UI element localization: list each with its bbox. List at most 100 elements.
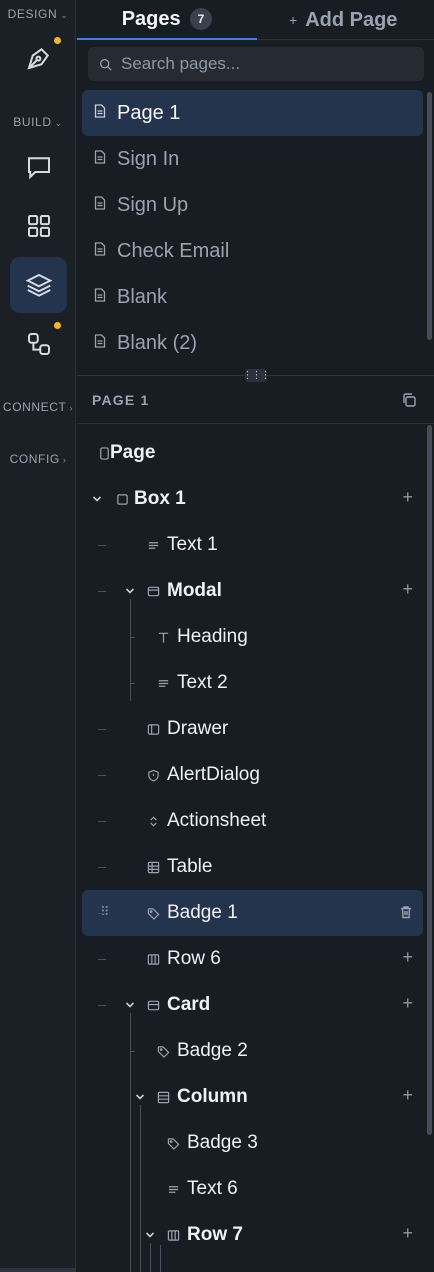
page-item-label: Sign Up [117,193,189,216]
layer-row-page[interactable]: Page [82,430,423,476]
tag-icon [156,1043,170,1059]
tree-guide-line [160,1245,161,1272]
chevron-down-icon[interactable] [134,1090,146,1102]
copy-button[interactable] [401,392,417,408]
page-item-label: Check Email [117,239,230,262]
table-icon [146,859,160,875]
tag-icon [146,905,160,921]
tree-guide-line [98,867,106,868]
pages-scrollbar[interactable] [427,92,432,340]
layer-label: Heading [177,626,248,647]
layer-row-row-7[interactable]: Row 7 + [82,1212,423,1258]
add-child-button[interactable]: + [402,579,413,600]
layer-row-actionsheet[interactable]: Actionsheet [82,798,423,844]
chevron-down-icon[interactable] [144,1228,156,1240]
layer-row-alertdialog[interactable]: AlertDialog [82,752,423,798]
design-section-toggle[interactable]: DESIGN ⌄ [0,7,76,21]
layer-row-column[interactable]: Column + [82,1074,423,1120]
page-item-blank-2[interactable]: Blank (2) [82,320,423,366]
workflow-icon [27,333,50,355]
page-item-sign-up[interactable]: Sign Up [82,182,423,228]
build-section-toggle[interactable]: BUILD ⌄ [0,115,76,129]
layers-scrollbar[interactable] [427,425,432,1135]
layer-row-drawer[interactable]: Drawer [82,706,423,752]
modal-icon [146,583,160,599]
page-item-blank[interactable]: Blank [82,274,423,320]
layers-header: PAGE 1 [77,376,434,424]
layer-row-row-6[interactable]: Row 6 + [82,936,423,982]
tree-guide-line [131,1051,135,1052]
chevron-down-icon[interactable] [124,998,136,1010]
chevron-down-icon[interactable] [91,492,103,504]
layer-label: Column [177,1086,248,1107]
card-icon [146,997,160,1013]
add-child-button[interactable]: + [402,993,413,1014]
search-pages-input[interactable] [121,54,411,74]
text-icon [166,1181,180,1197]
layer-row-badge-1[interactable]: ⠿ Badge 1 [82,890,423,936]
layer-label: Badge 2 [177,1040,248,1061]
comments-button[interactable] [10,139,67,195]
text-icon [146,537,160,553]
layer-label: Page [110,442,156,463]
pen-tool-icon [27,47,49,70]
page-item-check-email[interactable]: Check Email [82,228,423,274]
layer-row-card[interactable]: Card + [82,982,423,1028]
add-child-button[interactable]: + [402,947,413,968]
copy-icon [403,393,416,407]
search-icon [99,58,112,71]
layer-row-badge-3[interactable]: Badge 3 [82,1120,423,1166]
page-item-sign-in[interactable]: Sign In [82,136,423,182]
chevron-down-icon[interactable] [124,584,136,596]
layers-button[interactable] [10,257,67,313]
config-section-toggle[interactable]: CONFIG › [0,452,76,466]
layer-row-text-1[interactable]: Text 1 [82,522,423,568]
components-button[interactable] [10,198,67,254]
document-icon [94,149,106,169]
text-icon [156,675,170,691]
layer-row-table[interactable]: Table [82,844,423,890]
page-icon [97,445,111,461]
search-box [88,47,424,81]
connect-section-label: CONNECT [2,400,67,414]
document-icon [94,195,106,215]
drag-handle-icon[interactable]: ⠿ [100,904,109,920]
column-icon [156,1089,170,1105]
tab-pages[interactable]: Pages 7 [77,0,257,40]
tab-pages-label: Pages [121,7,181,30]
row-icon [166,1227,180,1243]
add-child-button[interactable]: + [402,487,413,508]
add-page-button[interactable]: + Add Page [289,0,397,40]
page-item-label: Page 1 [117,101,181,124]
tag-icon [166,1135,180,1151]
sort-icon [146,813,160,829]
tree-guide-line [98,729,106,730]
delete-button[interactable] [399,905,413,919]
layer-label: Actionsheet [167,810,267,831]
layer-label: Text 2 [177,672,228,693]
tree-guide-line [150,1243,151,1272]
layer-row-text-6[interactable]: Text 6 [82,1166,423,1212]
drawer-icon [146,721,160,737]
layer-label: Text 1 [167,534,218,555]
layers-icon [25,273,52,297]
tree-guide-line [140,1105,141,1272]
layer-label: Row 7 [187,1224,243,1245]
config-section-label: CONFIG [9,452,60,466]
shield-icon [146,767,160,783]
document-icon [94,241,106,261]
workflow-notification-dot [54,322,61,329]
add-child-button[interactable]: + [402,1223,413,1244]
tree-guide-line [98,1005,106,1006]
tree-guide-line [98,775,106,776]
layer-label: Card [167,994,211,1015]
layer-row-modal[interactable]: Modal + [82,568,423,614]
grid-icon [27,215,50,237]
document-icon [94,103,106,123]
layer-label: Badge 3 [187,1132,258,1153]
layer-row-box-1[interactable]: Box 1 + [82,476,423,522]
add-child-button[interactable]: + [402,1085,413,1106]
connect-section-toggle[interactable]: CONNECT › [0,400,76,414]
page-item-page-1[interactable]: Page 1 [82,90,423,136]
row-icon [146,951,160,967]
